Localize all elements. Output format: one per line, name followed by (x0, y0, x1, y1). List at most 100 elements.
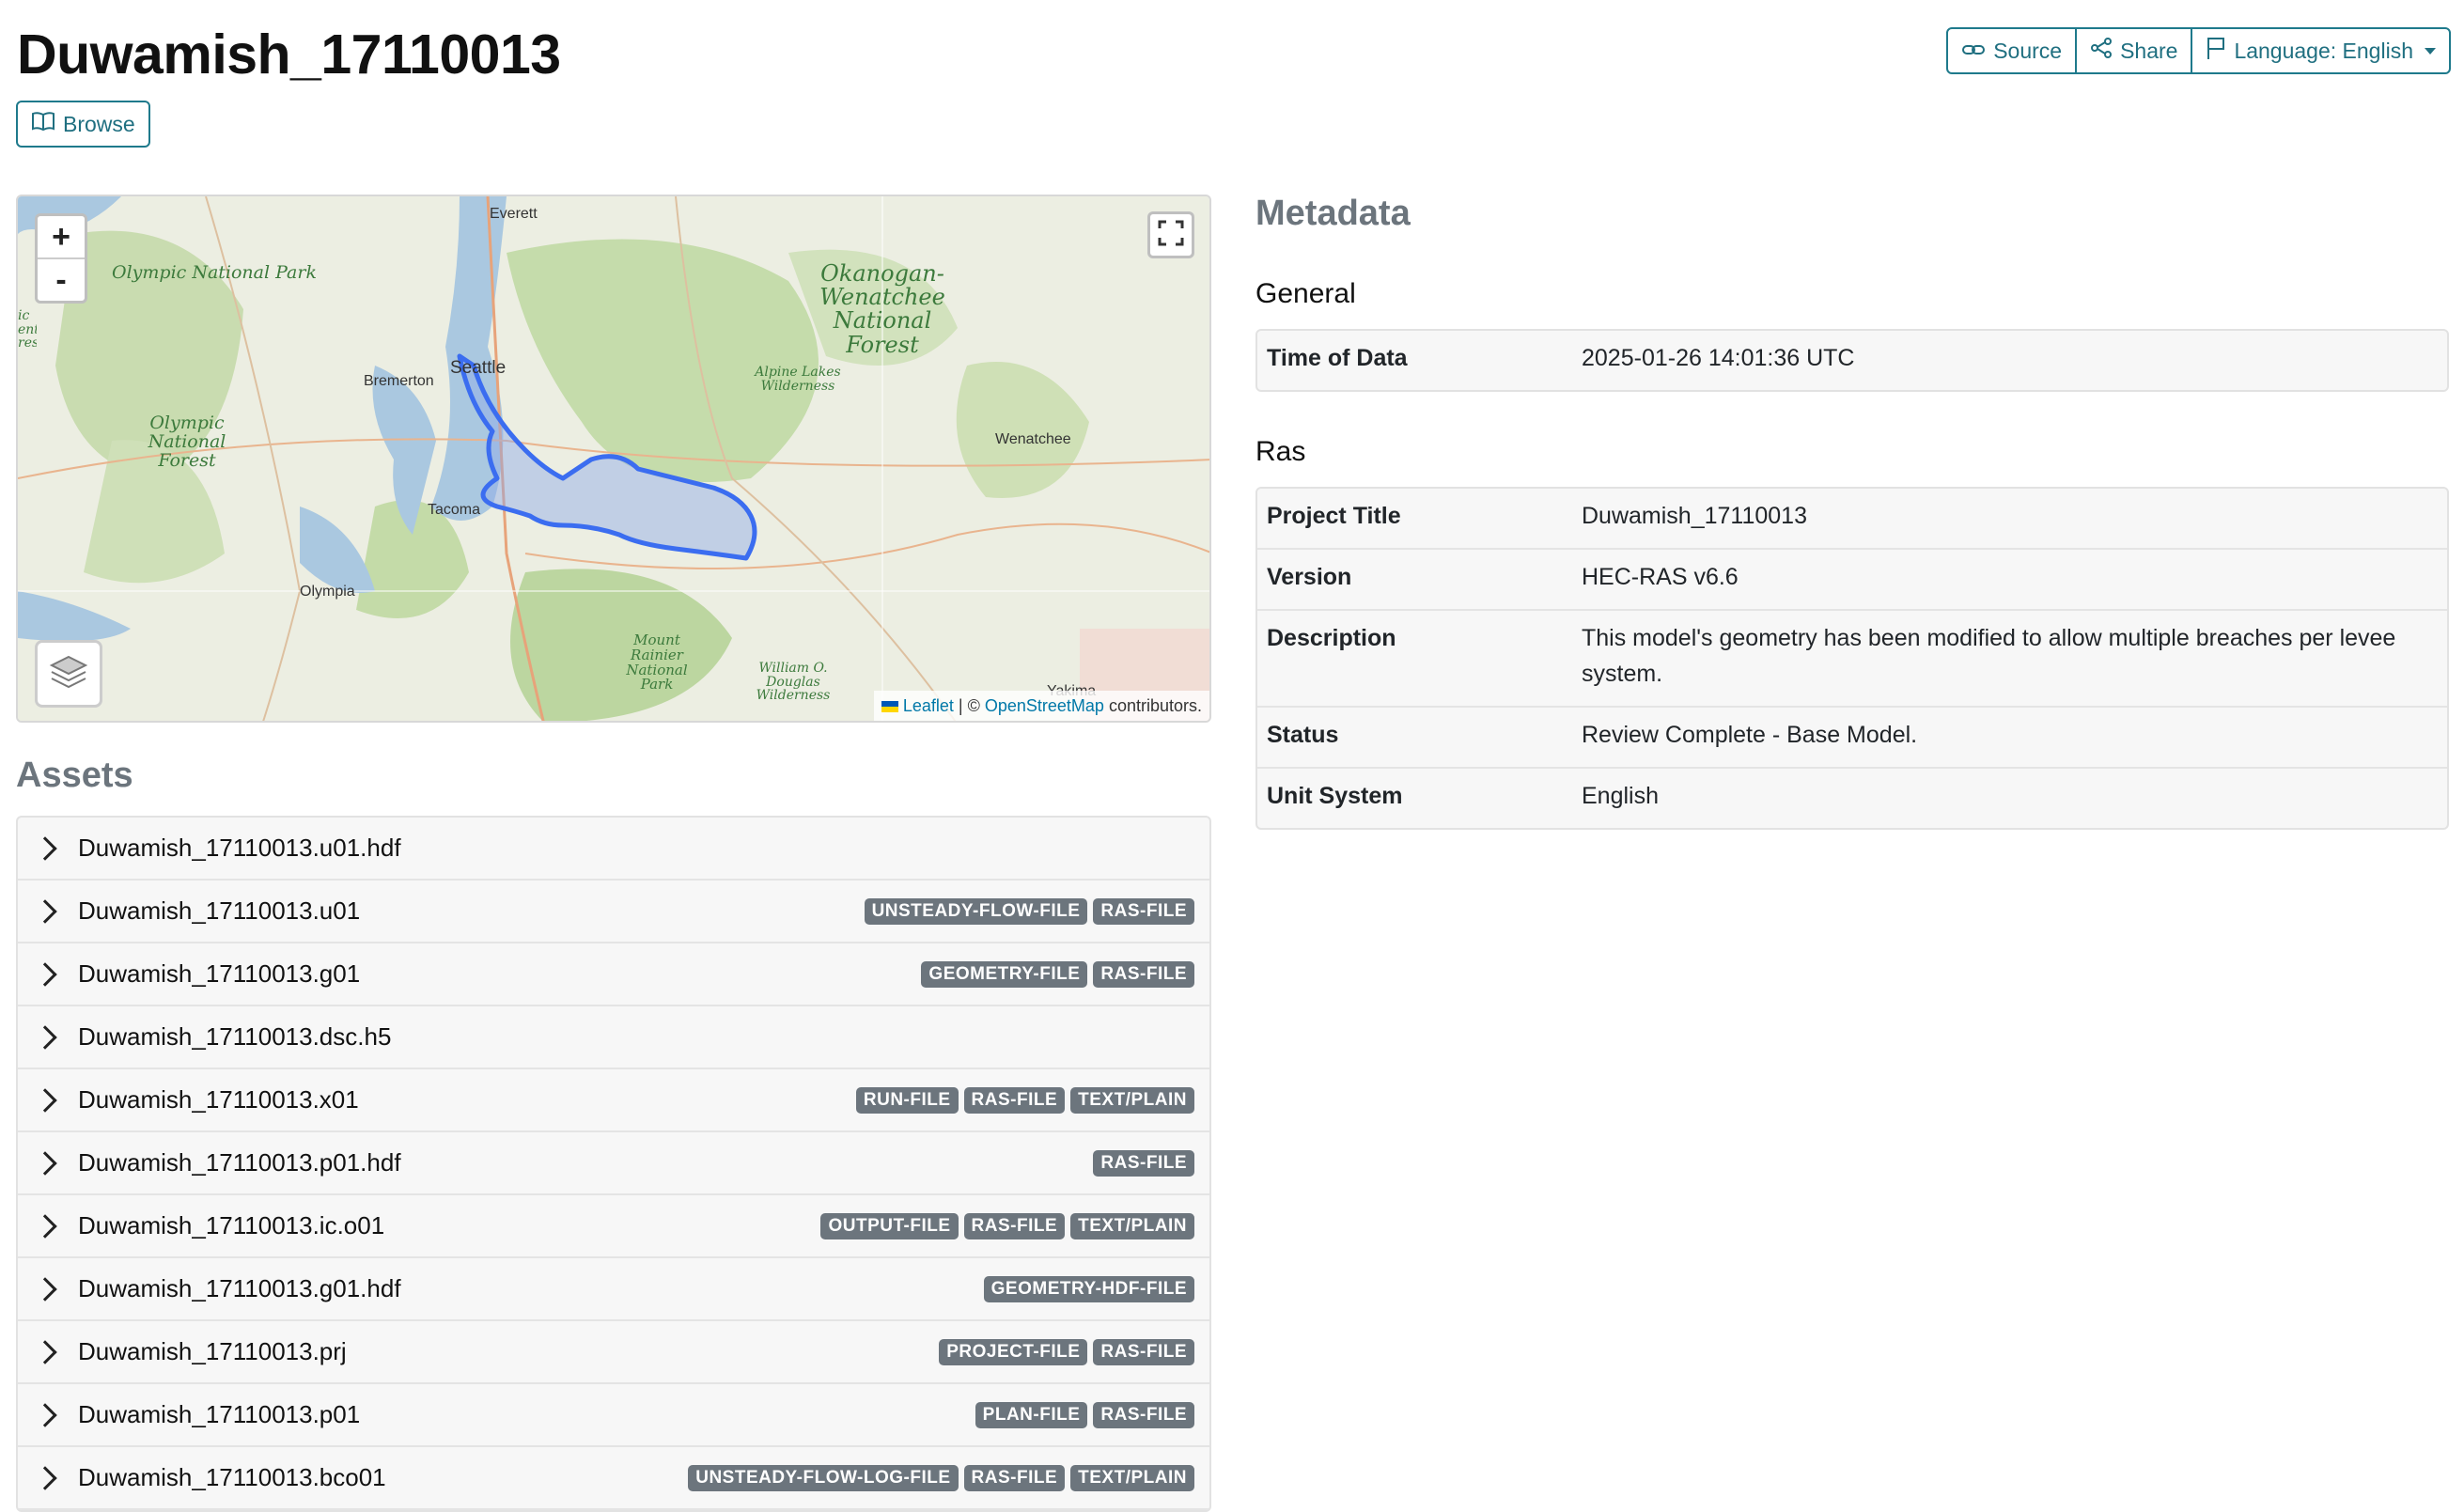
chevron-right-icon (33, 1402, 57, 1427)
chevron-right-icon (33, 1465, 57, 1490)
chevron-right-icon (33, 1213, 57, 1239)
asset-name: Duwamish_17110013.g01 (78, 959, 361, 988)
browse-label: Browse (63, 111, 135, 136)
book-icon (31, 111, 55, 137)
asset-badge: TEXT/PLAIN (1070, 1086, 1194, 1114)
chevron-right-icon (33, 1024, 57, 1050)
zoom-in-button[interactable]: + (38, 216, 85, 259)
chevron-right-icon (33, 835, 57, 861)
asset-row[interactable]: Duwamish_17110013.x01 RUN-FILE RAS-FILE TEX… (18, 1069, 1209, 1132)
asset-row[interactable]: Duwamish_17110013.dsc.h5 (18, 1006, 1209, 1069)
asset-name: Duwamish_17110013.ic.o01 (78, 1211, 385, 1239)
assets-list: Duwamish_17110013.u01.hdf Duwamish_171100… (16, 816, 1211, 1512)
asset-row[interactable]: Duwamish_17110013.u01.hdf (18, 818, 1209, 881)
map-attribution: Leaflet | © OpenStreetMap contributors. (873, 691, 1209, 721)
metadata-key: Time of Data (1267, 345, 1408, 371)
metadata-row: Time of Data 2025-01-26 14:01:36 UTC (1257, 331, 2447, 390)
asset-row[interactable]: Duwamish_17110013.p01.hdf RAS-FILE (18, 1132, 1209, 1195)
openstreetmap-link[interactable]: OpenStreetMap (985, 696, 1104, 715)
asset-name: Duwamish_17110013.u01 (78, 896, 361, 925)
metadata-value: HEC-RAS v6.6 (1582, 564, 1739, 590)
fullscreen-icon (1158, 220, 1184, 251)
attribution-suffix: contributors. (1108, 696, 1202, 715)
city-olympia: Olympia (300, 584, 355, 600)
link-icon (1961, 39, 1986, 64)
asset-name: Duwamish_17110013.x01 (78, 1085, 359, 1114)
chevron-right-icon (33, 898, 57, 924)
language-dropdown[interactable]: Language: English (2191, 27, 2451, 74)
asset-badge: RAS-FILE (963, 1464, 1066, 1491)
asset-row[interactable]: Duwamish_17110013.g01.hdf GEOMETRY-HDF-FI… (18, 1258, 1209, 1321)
metadata-key: Status (1267, 722, 1339, 748)
map-label-edge-fragment: ic ental rest (18, 309, 37, 351)
fullscreen-button[interactable] (1147, 211, 1194, 258)
flag-icon (2206, 36, 2226, 66)
asset-row[interactable]: Duwamish_17110013.prj PROJECT-FILE RAS-FIL… (18, 1321, 1209, 1384)
leaflet-link[interactable]: Leaflet (903, 696, 954, 715)
asset-badge: RAS-FILE (963, 1086, 1066, 1114)
asset-name: Duwamish_17110013.dsc.h5 (78, 1022, 392, 1051)
asset-name: Duwamish_17110013.bco01 (78, 1463, 386, 1491)
asset-badges: PROJECT-FILE RAS-FILE (939, 1338, 1194, 1365)
asset-row[interactable]: Duwamish_17110013.ic.o01 OUTPUT-FILE RAS-F… (18, 1195, 1209, 1258)
map-label-olympic-np: Olympic National Park (112, 262, 317, 283)
general-table: Time of Data 2025-01-26 14:01:36 UTC (1255, 329, 2449, 392)
asset-badge: RAS-FILE (1093, 1401, 1194, 1428)
metadata-value: This model's geometry has been modified … (1582, 625, 2396, 687)
asset-badges: RAS-FILE (1093, 1149, 1194, 1177)
zoom-control: + - (35, 213, 87, 304)
asset-name: Duwamish_17110013.g01.hdf (78, 1274, 401, 1302)
metadata-key: Project Title (1267, 503, 1401, 529)
asset-badges: UNSTEADY-FLOW-FILE RAS-FILE (864, 897, 1194, 925)
assets-heading: Assets (16, 756, 133, 795)
asset-row[interactable]: Duwamish_17110013.g01 GEOMETRY-FILE RAS-FI… (18, 943, 1209, 1006)
metadata-value: Review Complete - Base Model. (1582, 722, 1918, 748)
caret-down-icon (2425, 47, 2436, 55)
metadata-value: English (1582, 783, 1659, 809)
metadata-row: Unit System English (1257, 769, 2447, 828)
map-label-william-douglas: William O. Douglas Wilderness (756, 661, 831, 704)
asset-badge: GEOMETRY-HDF-FILE (983, 1275, 1194, 1302)
asset-badges: OUTPUT-FILE RAS-FILE TEXT/PLAIN (820, 1212, 1194, 1239)
metadata-key: Description (1267, 625, 1396, 651)
asset-row[interactable]: Duwamish_17110013.p01 PLAN-FILE RAS-FILE (18, 1384, 1209, 1447)
city-bremerton: Bremerton (364, 373, 434, 389)
map[interactable]: Olympic National Park ic ental rest Olym… (16, 195, 1211, 723)
asset-badge: GEOMETRY-FILE (921, 960, 1088, 988)
asset-badge: RAS-FILE (963, 1212, 1066, 1239)
map-label-okanogan: Okanogan-Wenatchee National Forest (819, 260, 945, 358)
city-tacoma: Tacoma (428, 502, 481, 518)
asset-badge: RAS-FILE (1093, 1338, 1194, 1365)
asset-badges: UNSTEADY-FLOW-LOG-FILE RAS-FILE TEXT/PLAIN (688, 1464, 1194, 1491)
source-button[interactable]: Source (1946, 27, 2078, 74)
ukraine-flag-icon (881, 701, 898, 713)
zoom-out-button[interactable]: - (38, 259, 85, 301)
browse-button[interactable]: Browse (16, 101, 150, 148)
share-icon (2090, 37, 2113, 65)
asset-name: Duwamish_17110013.u01.hdf (78, 834, 401, 862)
metadata-key: Version (1267, 564, 1352, 590)
chevron-right-icon (33, 1339, 57, 1364)
language-label: Language: English (2234, 38, 2413, 63)
chevron-right-icon (33, 961, 57, 987)
city-wenatchee: Wenatchee (995, 431, 1071, 447)
header-actions: Source Share Language: English (1946, 27, 2451, 74)
metadata-row: Description This model's geometry has bee… (1257, 611, 2447, 708)
asset-name: Duwamish_17110013.p01.hdf (78, 1148, 401, 1177)
share-button[interactable]: Share (2075, 27, 2193, 74)
general-heading: General (1255, 278, 1356, 309)
layers-button[interactable] (35, 640, 102, 708)
asset-row[interactable]: Duwamish_17110013.u01 UNSTEADY-FLOW-FILE R… (18, 881, 1209, 943)
asset-badges: GEOMETRY-HDF-FILE (983, 1275, 1194, 1302)
city-everett: Everett (490, 206, 538, 222)
metadata-row: Version HEC-RAS v6.6 (1257, 550, 2447, 611)
metadata-key: Unit System (1267, 783, 1403, 809)
share-label: Share (2120, 38, 2178, 63)
map-label-mount-rainier: Mount Rainier National Park (626, 631, 688, 694)
asset-badges: RUN-FILE RAS-FILE TEXT/PLAIN (855, 1086, 1194, 1114)
asset-name: Duwamish_17110013.p01 (78, 1400, 361, 1428)
layers-icon (49, 653, 88, 695)
map-label-alpine-lakes: Alpine Lakes Wilderness (755, 365, 841, 394)
asset-badges: GEOMETRY-FILE RAS-FILE (921, 960, 1194, 988)
asset-badge: RAS-FILE (1093, 960, 1194, 988)
